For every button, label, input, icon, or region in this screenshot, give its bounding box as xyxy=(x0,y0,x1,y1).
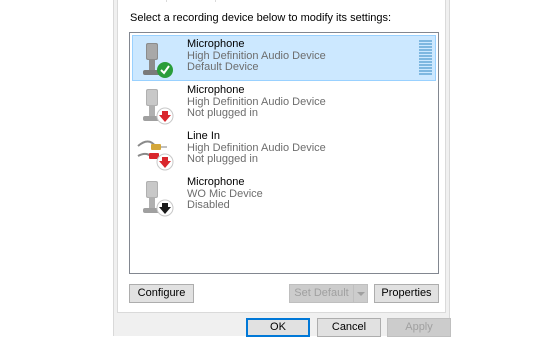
background-left xyxy=(0,0,113,336)
microphone-icon xyxy=(143,43,173,78)
green-check-badge xyxy=(157,62,173,78)
input-level-meter xyxy=(419,40,432,76)
red-down-arrow-badge xyxy=(156,153,174,171)
device-item-line-in[interactable]: Line In High Definition Audio Device Not… xyxy=(132,127,436,173)
device-name: Microphone xyxy=(187,38,245,50)
set-default-button[interactable]: Set Default xyxy=(289,284,354,303)
background-right xyxy=(447,0,560,336)
set-default-dropdown-arrow[interactable] xyxy=(354,284,368,303)
black-down-arrow-badge xyxy=(156,199,174,217)
device-item-microphone-unplugged[interactable]: Microphone High Definition Audio Device … xyxy=(132,81,436,127)
microphone-icon xyxy=(143,181,174,217)
apply-button[interactable]: Apply xyxy=(387,318,451,337)
configure-button[interactable]: Configure xyxy=(129,284,194,303)
red-down-arrow-badge xyxy=(156,107,174,125)
device-status: Not plugged in xyxy=(187,153,258,166)
device-status: Not plugged in xyxy=(187,107,258,120)
cancel-button[interactable]: Cancel xyxy=(317,318,381,337)
device-name: Microphone xyxy=(187,84,245,96)
line-in-cable-icon xyxy=(137,140,174,171)
selected-tab-edge xyxy=(166,0,216,2)
device-status: Default Device xyxy=(187,61,259,74)
device-name: Line In xyxy=(187,130,221,142)
ok-button[interactable]: OK xyxy=(246,318,310,337)
device-item-wo-mic[interactable]: Microphone WO Mic Device Disabled xyxy=(132,173,436,219)
device-status: Disabled xyxy=(187,199,230,212)
instruction-text: Select a recording device below to modif… xyxy=(130,12,392,24)
device-item-microphone-default[interactable]: Microphone High Definition Audio Device … xyxy=(132,35,436,81)
recording-device-list[interactable]: Microphone High Definition Audio Device … xyxy=(129,32,439,274)
properties-button[interactable]: Properties xyxy=(374,284,439,303)
microphone-icon xyxy=(143,89,174,125)
device-name: Microphone xyxy=(187,176,245,188)
